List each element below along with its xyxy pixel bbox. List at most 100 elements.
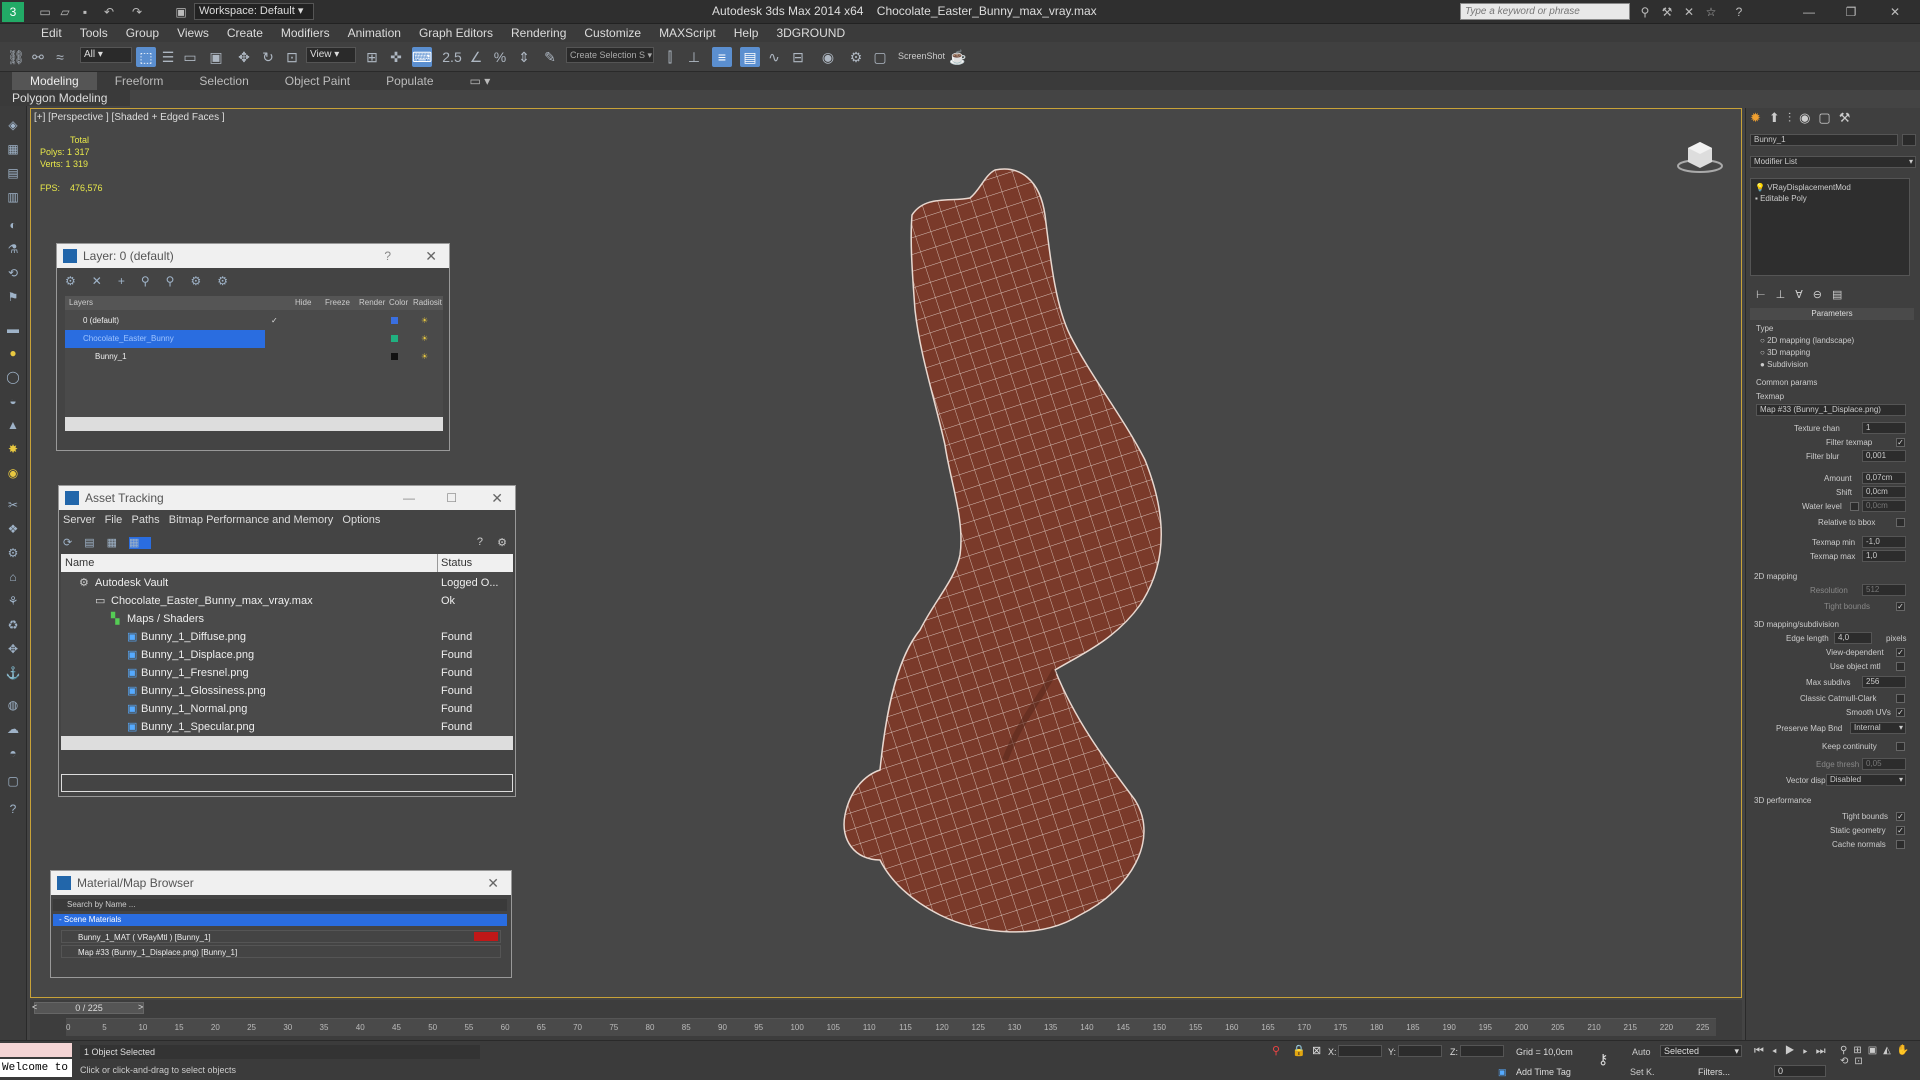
open-file-icon[interactable]: ▱	[56, 3, 74, 21]
tool-icon-22[interactable]: ✥	[4, 640, 22, 658]
rendered-frame-icon[interactable]: ▢	[870, 47, 890, 67]
grid-view-icon[interactable]: ▦	[129, 537, 152, 549]
tool-icon-28[interactable]: ?	[4, 800, 22, 818]
tool-icon-9[interactable]: ▬	[4, 320, 22, 338]
make-unique-icon[interactable]: ∀	[1795, 289, 1813, 301]
object-color-swatch[interactable]	[1902, 134, 1916, 146]
layer-row[interactable]: 0 (default) ✓ ☀	[65, 312, 443, 330]
table-icon[interactable]: ▦	[107, 537, 129, 549]
col-freeze[interactable]: Freeze	[325, 296, 350, 310]
menu-help[interactable]: Help	[725, 24, 768, 42]
ribbon-panel-label[interactable]: Polygon Modeling	[0, 90, 130, 106]
hide-all-icon[interactable]: ⚙	[190, 274, 217, 288]
asset-panel-header[interactable]: Asset Tracking — ☐ ✕	[59, 486, 515, 510]
tab-modeling[interactable]: Modeling	[12, 72, 97, 90]
tool-icon-14[interactable]: ✸	[4, 440, 22, 458]
teapot-icon[interactable]: ☕	[948, 47, 968, 67]
select-manipulate-icon[interactable]: ✜	[386, 47, 406, 67]
tool-icon-16[interactable]: ✂	[4, 496, 22, 514]
asset-settings-icon[interactable]: ⚙	[497, 536, 507, 549]
project-icon[interactable]: ▣	[172, 3, 190, 21]
table-row[interactable]: ▣ Bunny_1_Fresnel.png Found	[61, 664, 513, 682]
keep-continuity-checkbox[interactable]	[1896, 742, 1905, 751]
bulb-icon[interactable]: 💡	[1755, 183, 1765, 192]
layer-hscrollbar[interactable]	[65, 417, 443, 431]
prev-frame-icon[interactable]: <	[32, 1002, 37, 1012]
menu-views[interactable]: Views	[168, 24, 218, 42]
table-row[interactable]: ▣ Bunny_1_Glossiness.png Found	[61, 682, 513, 700]
orbit-icon[interactable]: ⟲	[1840, 1056, 1854, 1067]
screenshot-label[interactable]: ScreenShot	[898, 51, 945, 61]
water-level-checkbox[interactable]	[1850, 502, 1859, 511]
tool-icon-20[interactable]: ⚘	[4, 592, 22, 610]
refresh-icon[interactable]: ⟳	[63, 537, 84, 549]
redo-icon[interactable]: ↷	[128, 3, 146, 21]
layers-icon[interactable]: ⚙	[65, 274, 92, 288]
display-tab-icon[interactable]: ▢	[1818, 110, 1838, 125]
next-key-icon[interactable]: ▸	[1803, 1045, 1816, 1057]
list-icon[interactable]: ▤	[84, 537, 106, 549]
mirror-icon[interactable]: ⫿	[660, 47, 680, 67]
utilities-tab-icon[interactable]: ⚒	[1839, 110, 1859, 125]
table-row[interactable]: ▣ Bunny_1_Displace.png Found	[61, 646, 513, 664]
tab-selection[interactable]: Selection	[181, 72, 266, 90]
select-in-layer-icon[interactable]: ⚲	[141, 274, 166, 288]
layer-row[interactable]: Chocolate_Easter_Bunny ☀	[65, 330, 443, 348]
menu-server[interactable]: Server	[63, 514, 95, 526]
matbrowser-header[interactable]: Material/Map Browser ✕	[51, 871, 511, 895]
tool-icon-27[interactable]: ▢	[4, 772, 22, 790]
add-layer-icon[interactable]: +	[118, 274, 141, 288]
save-icon[interactable]: ▪	[76, 3, 94, 21]
delete-layer-icon[interactable]: ✕	[92, 274, 118, 288]
tool-icon-4[interactable]: ▥	[4, 188, 22, 206]
filter-blur-spinner[interactable]: 0,001	[1862, 450, 1906, 462]
selection-filter-dropdown[interactable]: All ▾	[80, 47, 132, 63]
water-level-spinner[interactable]: 0,0cm	[1862, 500, 1906, 512]
radiosity-icon[interactable]: ☀	[421, 330, 428, 348]
table-row[interactable]: ▣ Bunny_1_Normal.png Found	[61, 700, 513, 718]
texmap-button[interactable]: Map #33 (Bunny_1_Displace.png)	[1756, 404, 1906, 416]
next-frame-icon[interactable]: >	[138, 1002, 143, 1012]
pan-icon[interactable]: ✋	[1897, 1045, 1915, 1056]
col-name[interactable]: Name	[65, 554, 94, 572]
play-icon[interactable]: ▶	[1785, 1045, 1803, 1057]
tool-icon-25[interactable]: ☁	[4, 720, 22, 738]
maximize-viewport-icon[interactable]: ⊡	[1854, 1056, 1868, 1067]
tool-icon-17[interactable]: ❖	[4, 520, 22, 538]
help-icon[interactable]: ?	[1730, 3, 1748, 21]
material-item[interactable]: Map #33 (Bunny_1_Displace.png) [Bunny_1]	[61, 945, 501, 958]
menu-tools[interactable]: Tools	[71, 24, 117, 42]
tool-icon-12[interactable]: ◒	[4, 392, 22, 410]
close-icon[interactable]: ✕	[487, 871, 499, 895]
key-filter-dropdown[interactable]: Selected ▾	[1660, 1045, 1742, 1057]
tool-icon-23[interactable]: ⚓	[4, 664, 22, 682]
lock-selection-icon[interactable]: 🔒	[1292, 1044, 1306, 1057]
minimize-icon[interactable]: —	[403, 486, 415, 510]
zoom-all-icon[interactable]: ⊞	[1853, 1045, 1867, 1056]
app-logo[interactable]: 3	[2, 2, 24, 22]
modifier-list-dropdown[interactable]: Modifier List ▾	[1750, 156, 1916, 168]
material-search-input[interactable]: Search by Name ...	[53, 899, 507, 911]
catmull-clark-checkbox[interactable]	[1896, 694, 1905, 703]
radio-subdivision[interactable]: ● Subdivision	[1760, 360, 1808, 369]
asset-help-icon[interactable]: ?	[477, 536, 483, 548]
col-hide[interactable]: Hide	[295, 296, 311, 310]
move-icon[interactable]: ✥	[234, 47, 254, 67]
max-subdivs-spinner[interactable]: 256	[1862, 676, 1906, 688]
radio-3d-mapping[interactable]: ○ 3D mapping	[1760, 348, 1810, 357]
curve-editor-icon[interactable]: ∿	[764, 47, 784, 67]
keyboard-shortcut-icon[interactable]: ⌨	[412, 47, 432, 67]
stack-item[interactable]: ▪ Editable Poly	[1755, 194, 1807, 203]
fov-icon[interactable]: ◭	[1883, 1045, 1897, 1056]
filter-texmap-checkbox[interactable]: ✓	[1896, 438, 1905, 447]
tool-icon-26[interactable]: ◓	[4, 744, 22, 762]
window-crossing-icon[interactable]: ▣	[206, 47, 226, 67]
menu-create[interactable]: Create	[218, 24, 272, 42]
scale-icon[interactable]: ⊡	[282, 47, 302, 67]
spinner-snap-icon[interactable]: ⇕	[514, 47, 534, 67]
object-name-field[interactable]: Bunny_1	[1750, 134, 1898, 146]
create-tab-icon[interactable]: ✹	[1750, 110, 1769, 125]
texmap-max-spinner[interactable]: 1,0	[1862, 550, 1906, 562]
asset-path-field[interactable]	[61, 774, 513, 792]
tool-icon-21[interactable]: ♻	[4, 616, 22, 634]
